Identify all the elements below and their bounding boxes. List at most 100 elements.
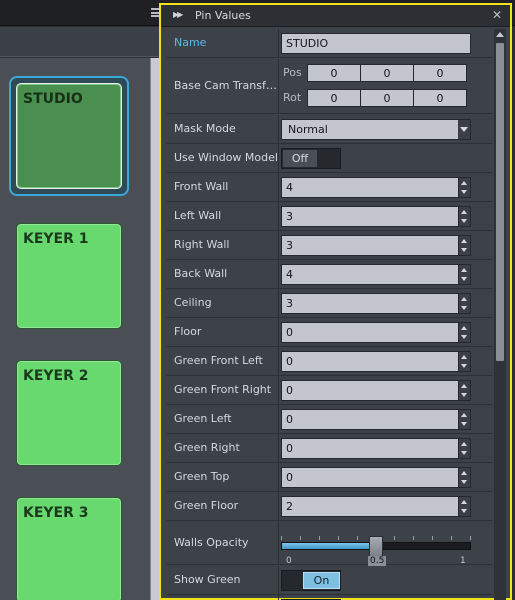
walls-opacity-row: Walls Opacity 0 0.5 1	[167, 521, 492, 566]
tile-keyer-3[interactable]: KEYER 3	[16, 497, 122, 600]
slider-tick	[357, 536, 358, 540]
tile-studio[interactable]: STUDIO	[16, 83, 122, 189]
row-divider	[278, 59, 279, 113]
stepper-value[interactable]: 4	[281, 264, 459, 285]
row-divider	[278, 318, 279, 346]
number-stepper[interactable]: 0	[281, 467, 471, 488]
slider-min-label: 0	[286, 556, 292, 566]
pin-values-dialog: ▶▶ Pin Values ✕ Name STUDIO Base Cam Tra…	[159, 3, 512, 600]
stepper-arrows-icon[interactable]	[459, 380, 471, 401]
slider-tick	[319, 536, 320, 540]
stepper-value[interactable]: 4	[281, 177, 459, 198]
number-stepper[interactable]: 0	[281, 351, 471, 372]
pos-x-field[interactable]: 0	[308, 65, 360, 81]
name-row: Name STUDIO	[167, 29, 492, 58]
show-green-label: Show Green	[174, 573, 241, 586]
stepper-arrows-icon[interactable]	[459, 496, 471, 517]
number-stepper[interactable]: 0	[281, 409, 471, 430]
slider-max-label: 1	[460, 556, 466, 566]
stepper-value[interactable]: 0	[281, 438, 459, 459]
scroll-thumb[interactable]	[496, 43, 504, 361]
spin-row: Green Front Left 0	[167, 347, 492, 376]
toggle-state: Off	[283, 150, 317, 167]
number-stepper[interactable]: 3	[281, 206, 471, 227]
show-green-toggle[interactable]: On	[281, 570, 341, 591]
stepper-arrows-icon[interactable]	[459, 235, 471, 256]
dialog-title: Pin Values	[195, 9, 251, 22]
row-divider	[278, 595, 279, 600]
tile-keyer-1[interactable]: KEYER 1	[16, 223, 122, 329]
dialog-scrollbar[interactable]	[494, 29, 506, 600]
stepper-value[interactable]: 0	[281, 467, 459, 488]
spin-row: Floor 0	[167, 318, 492, 347]
stepper-arrows-icon[interactable]	[459, 322, 471, 343]
stepper-value[interactable]: 0	[281, 351, 459, 372]
spin-label: Green Left	[174, 412, 232, 425]
number-stepper[interactable]: 2	[281, 496, 471, 517]
stepper-arrows-icon[interactable]	[459, 467, 471, 488]
pos-vector: 0 0 0	[307, 64, 467, 82]
stepper-arrows-icon[interactable]	[459, 264, 471, 285]
stepper-value[interactable]: 3	[281, 235, 459, 256]
stepper-arrows-icon[interactable]	[459, 351, 471, 372]
stepper-arrows-icon[interactable]	[459, 293, 471, 314]
number-stepper[interactable]: 0	[281, 438, 471, 459]
use-window-model-toggle[interactable]: Off	[281, 148, 341, 169]
background-toolbar	[0, 27, 160, 57]
next-row-cutoff	[167, 595, 492, 600]
use-window-model-row: Use Window Model Off	[167, 144, 492, 173]
name-field[interactable]: STUDIO	[281, 33, 471, 54]
spin-row: Left Wall 3	[167, 202, 492, 231]
stepper-value[interactable]: 0	[281, 380, 459, 401]
stepper-arrows-icon[interactable]	[459, 409, 471, 430]
close-icon[interactable]: ✕	[492, 8, 502, 22]
tile-keyer-2[interactable]: KEYER 2	[16, 360, 122, 466]
spin-label: Left Wall	[174, 209, 222, 222]
dialog-content: Name STUDIO Base Cam Transf… Pos 0 0 0 R…	[167, 29, 492, 600]
number-stepper[interactable]: 4	[281, 264, 471, 285]
stepper-value[interactable]: 3	[281, 206, 459, 227]
stepper-value[interactable]: 2	[281, 496, 459, 517]
row-divider	[278, 173, 279, 201]
number-stepper[interactable]: 4	[281, 177, 471, 198]
spin-row: Green Top 0	[167, 463, 492, 492]
number-stepper[interactable]: 3	[281, 235, 471, 256]
rot-y-field[interactable]: 0	[361, 90, 413, 106]
spin-label: Floor	[174, 325, 202, 338]
slider-handle[interactable]	[369, 536, 383, 557]
stepper-arrows-icon[interactable]	[459, 177, 471, 198]
row-divider	[278, 463, 279, 491]
spin-label: Green Floor	[174, 499, 239, 512]
mask-mode-select[interactable]: Normal	[281, 119, 471, 140]
chevron-down-icon[interactable]	[458, 120, 470, 139]
stepper-value[interactable]: 3	[281, 293, 459, 314]
row-divider	[278, 115, 279, 143]
stepper-arrows-icon[interactable]	[459, 438, 471, 459]
number-stepper[interactable]: 3	[281, 293, 471, 314]
row-divider	[278, 260, 279, 288]
rot-z-field[interactable]: 0	[414, 90, 466, 106]
spin-row: Green Floor 2	[167, 492, 492, 521]
spin-row: Back Wall 4	[167, 260, 492, 289]
expand-icon[interactable]: ▶▶	[173, 10, 183, 19]
number-stepper[interactable]: 0	[281, 380, 471, 401]
pos-z-field[interactable]: 0	[414, 65, 466, 81]
mask-mode-value: Normal	[288, 123, 328, 136]
spin-row: Green Front Right 0	[167, 376, 492, 405]
screen: STUDIO KEYER 1 KEYER 2 KEYER 3 ▶▶ Pin Va…	[0, 0, 515, 600]
number-stepper[interactable]: 0	[281, 322, 471, 343]
dialog-titlebar[interactable]: ▶▶ Pin Values ✕	[161, 5, 510, 27]
pos-y-field[interactable]: 0	[361, 65, 413, 81]
scroll-up-icon[interactable]	[496, 32, 504, 37]
name-label: Name	[174, 36, 207, 49]
mask-mode-label: Mask Mode	[174, 122, 236, 135]
rot-x-field[interactable]: 0	[308, 90, 360, 106]
spin-label: Green Top	[174, 470, 230, 483]
row-divider	[278, 29, 279, 57]
stepper-value[interactable]: 0	[281, 409, 459, 430]
stepper-arrows-icon[interactable]	[459, 206, 471, 227]
row-divider	[278, 492, 279, 520]
tile-label: KEYER 3	[23, 505, 89, 521]
spin-label: Ceiling	[174, 296, 212, 309]
stepper-value[interactable]: 0	[281, 322, 459, 343]
